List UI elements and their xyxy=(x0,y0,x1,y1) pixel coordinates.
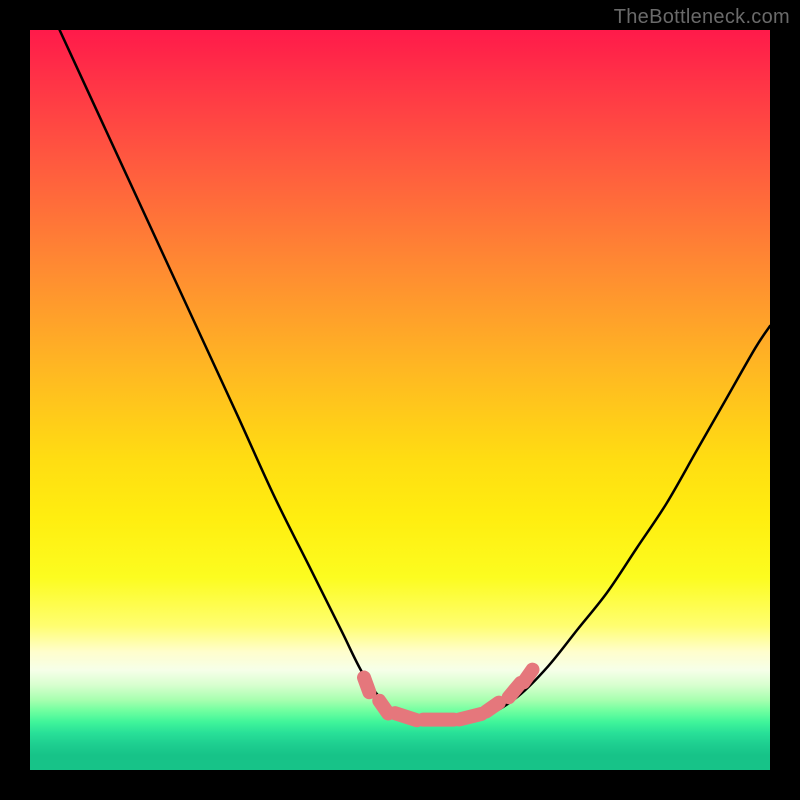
right-branch-curve xyxy=(459,326,770,722)
left-branch-curve xyxy=(60,30,437,722)
marker-layer xyxy=(355,660,542,729)
curve-layer xyxy=(60,30,770,722)
plot-area xyxy=(30,30,770,770)
attribution-text: TheBottleneck.com xyxy=(614,6,790,29)
chart-svg xyxy=(30,30,770,770)
chart-frame: TheBottleneck.com xyxy=(0,0,800,800)
